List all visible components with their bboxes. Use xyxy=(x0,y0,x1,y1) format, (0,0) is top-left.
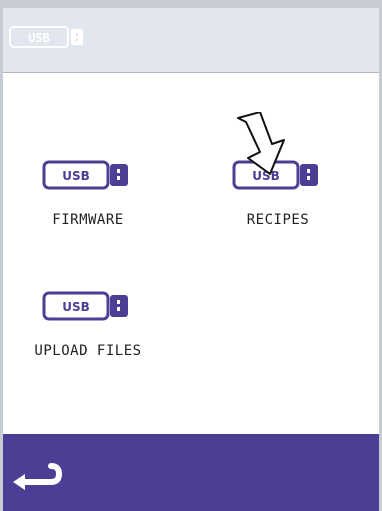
usb-badge-text: USB xyxy=(28,31,50,45)
top-bezel xyxy=(0,0,382,8)
recipes-label: RECIPES xyxy=(246,212,310,228)
upload-files-label: UPLOAD FILES xyxy=(34,343,142,359)
firmware-label: FIRMWARE xyxy=(52,212,124,228)
firmware-item[interactable]: USB FIRMWARE xyxy=(13,160,163,228)
header-bar: USB xyxy=(3,8,379,73)
upload-files-item[interactable]: USB UPLOAD FILES xyxy=(13,291,163,359)
usb-drive-icon: USB xyxy=(42,291,128,321)
usb-status-icon: USB xyxy=(9,26,83,48)
back-arrow-icon[interactable] xyxy=(5,458,63,494)
pointer-arrow-icon xyxy=(237,112,285,175)
usb-text: USB xyxy=(62,300,90,314)
footer-bar xyxy=(3,434,379,511)
usb-drive-icon: USB xyxy=(42,160,128,190)
device-screen: USB USB FIRMWARE USB RECIPES USB UPLOAD … xyxy=(0,0,382,511)
usb-text: USB xyxy=(62,169,90,183)
